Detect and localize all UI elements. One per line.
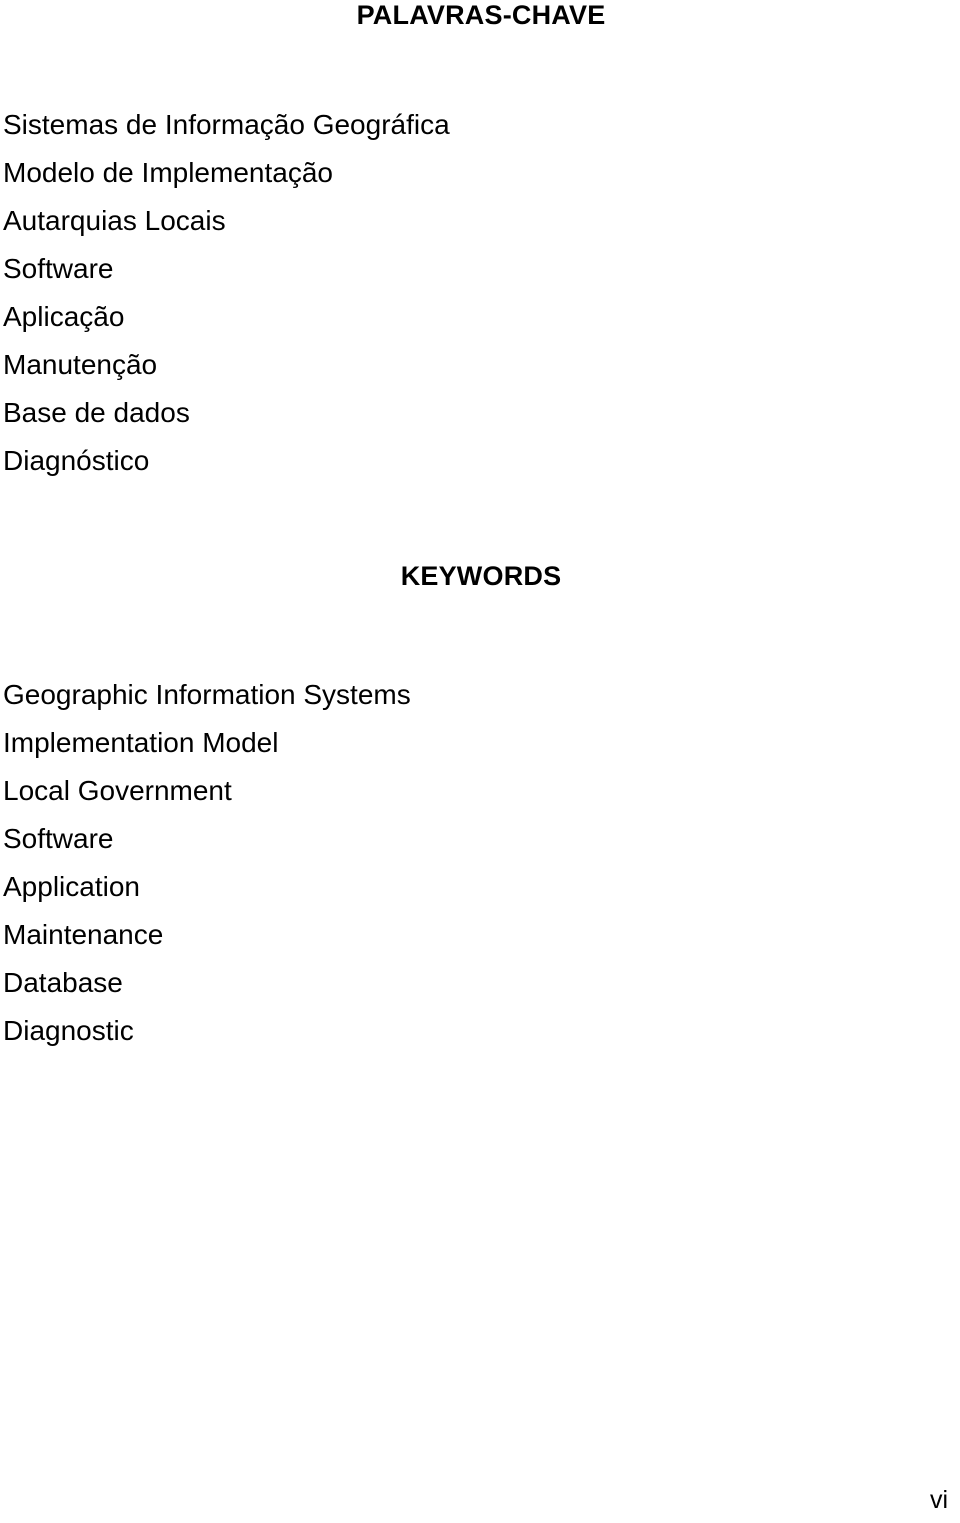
list-item: Software bbox=[3, 823, 114, 854]
list-item: Diagnostic bbox=[3, 1015, 134, 1046]
page-number: vi bbox=[929, 1486, 948, 1514]
list-item: Autarquias Locais bbox=[3, 205, 226, 236]
list-item: Geographic Information Systems bbox=[3, 679, 411, 710]
keywords-heading-text: KEYWORDS bbox=[400, 561, 562, 591]
list-item: Diagnóstico bbox=[3, 445, 150, 476]
palavras-chave-heading-text: PALAVRAS-CHAVE bbox=[356, 0, 606, 30]
palavras-chave-heading: PALAVRAS-CHAVE bbox=[0, 2, 960, 29]
english-keyword-list: Geographic Information Systems Implement… bbox=[3, 671, 411, 1055]
list-item: Software bbox=[3, 253, 114, 284]
list-item: Aplicação bbox=[3, 301, 125, 332]
list-item: Local Government bbox=[3, 775, 232, 806]
portuguese-keyword-list: Sistemas de Informação Geográfica Modelo… bbox=[3, 101, 450, 485]
list-item: Maintenance bbox=[3, 919, 164, 950]
list-item: Application bbox=[3, 871, 140, 902]
list-item: Sistemas de Informação Geográfica bbox=[3, 109, 450, 140]
list-item: Base de dados bbox=[3, 397, 190, 428]
list-item: Modelo de Implementação bbox=[3, 157, 333, 188]
list-item: Implementation Model bbox=[3, 727, 279, 758]
list-item: Database bbox=[3, 967, 123, 998]
keywords-heading: KEYWORDS bbox=[0, 563, 960, 590]
document-page: PALAVRAS-CHAVE Sistemas de Informação Ge… bbox=[0, 0, 960, 1523]
list-item: Manutenção bbox=[3, 349, 158, 380]
